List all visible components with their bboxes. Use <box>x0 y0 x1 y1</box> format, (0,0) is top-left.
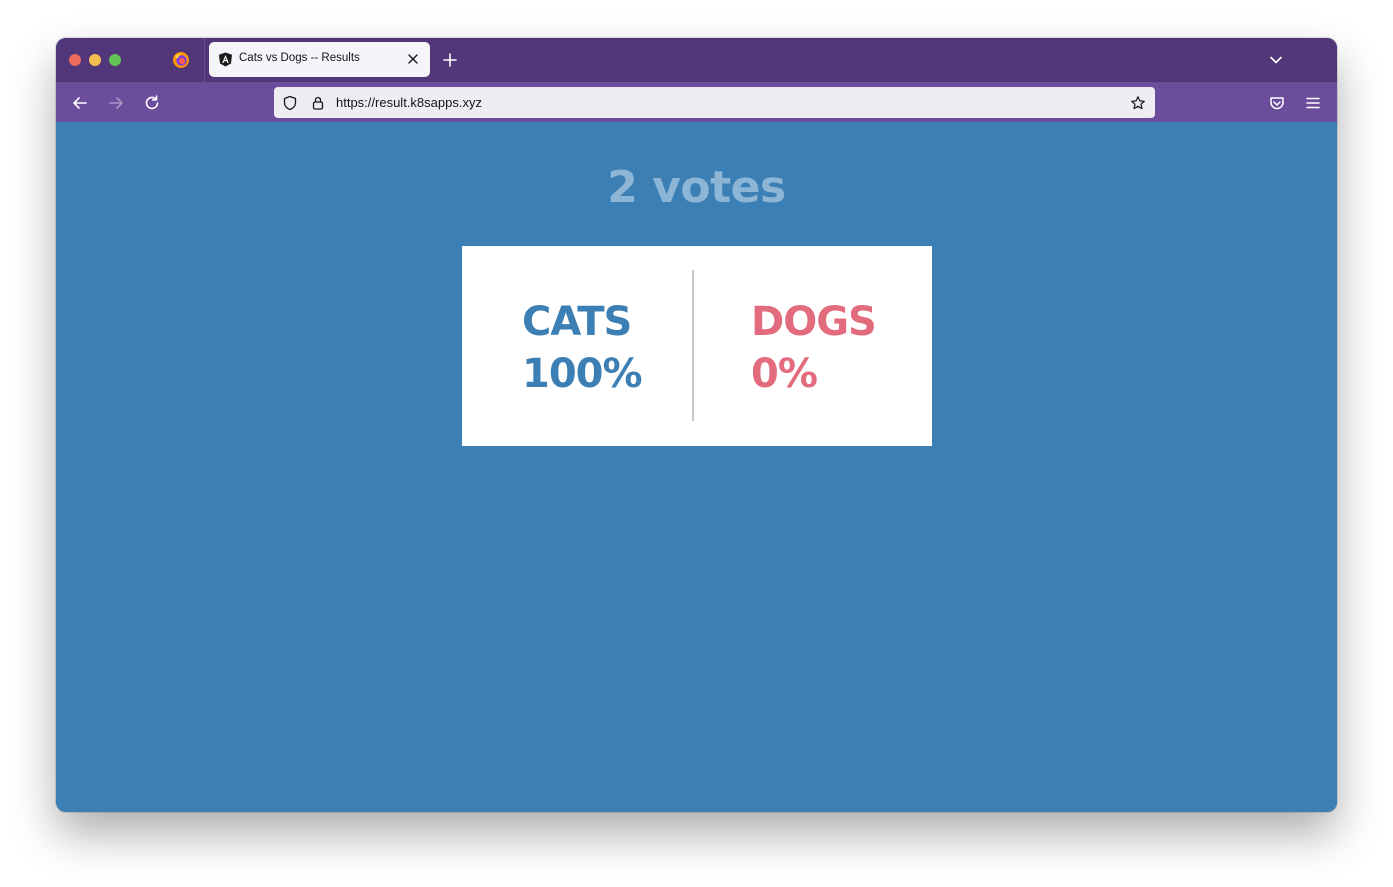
lock-icon[interactable] <box>310 95 326 111</box>
active-tab[interactable]: Cats vs Dogs -- Results <box>209 42 430 77</box>
chevron-down-icon[interactable] <box>1268 52 1284 68</box>
url-text[interactable]: https://result.k8sapps.xyz <box>336 95 482 110</box>
back-icon[interactable] <box>71 94 89 112</box>
reload-icon[interactable] <box>143 94 161 112</box>
page-content: 2 votes CATS 100% DOGS 0% <box>56 122 1337 812</box>
tab-bar: Cats vs Dogs -- Results <box>56 38 1337 82</box>
url-bar[interactable]: https://result.k8sapps.xyz <box>274 87 1155 118</box>
menu-icon[interactable] <box>1304 94 1322 112</box>
new-tab-icon[interactable] <box>442 52 458 68</box>
bookmark-star-icon[interactable] <box>1130 95 1146 111</box>
cats-result: CATS 100% <box>522 296 643 400</box>
navigation-toolbar: https://result.k8sapps.xyz <box>56 82 1337 122</box>
window-close-button[interactable] <box>69 54 81 66</box>
results-card: CATS 100% DOGS 0% <box>462 246 932 446</box>
vote-count: 2 votes <box>607 162 786 213</box>
close-tab-icon[interactable] <box>405 51 421 67</box>
cats-percent: 100% <box>522 351 643 397</box>
window-minimize-button[interactable] <box>89 54 101 66</box>
tab-separator <box>204 38 205 82</box>
tab-title: Cats vs Dogs -- Results <box>239 52 360 64</box>
shield-icon[interactable] <box>282 95 298 111</box>
cats-label: CATS <box>522 299 632 345</box>
dogs-label: DOGS <box>751 299 877 345</box>
dogs-percent: 0% <box>751 351 818 397</box>
dogs-result: DOGS 0% <box>751 296 877 400</box>
window-maximize-button[interactable] <box>109 54 121 66</box>
pocket-icon[interactable] <box>1268 94 1286 112</box>
firefox-icon[interactable] <box>172 51 190 69</box>
forward-icon[interactable] <box>107 94 125 112</box>
results-divider <box>692 270 694 421</box>
angular-favicon-icon <box>219 52 232 67</box>
browser-window: Cats vs Dogs -- Results https://result.k… <box>56 38 1337 812</box>
